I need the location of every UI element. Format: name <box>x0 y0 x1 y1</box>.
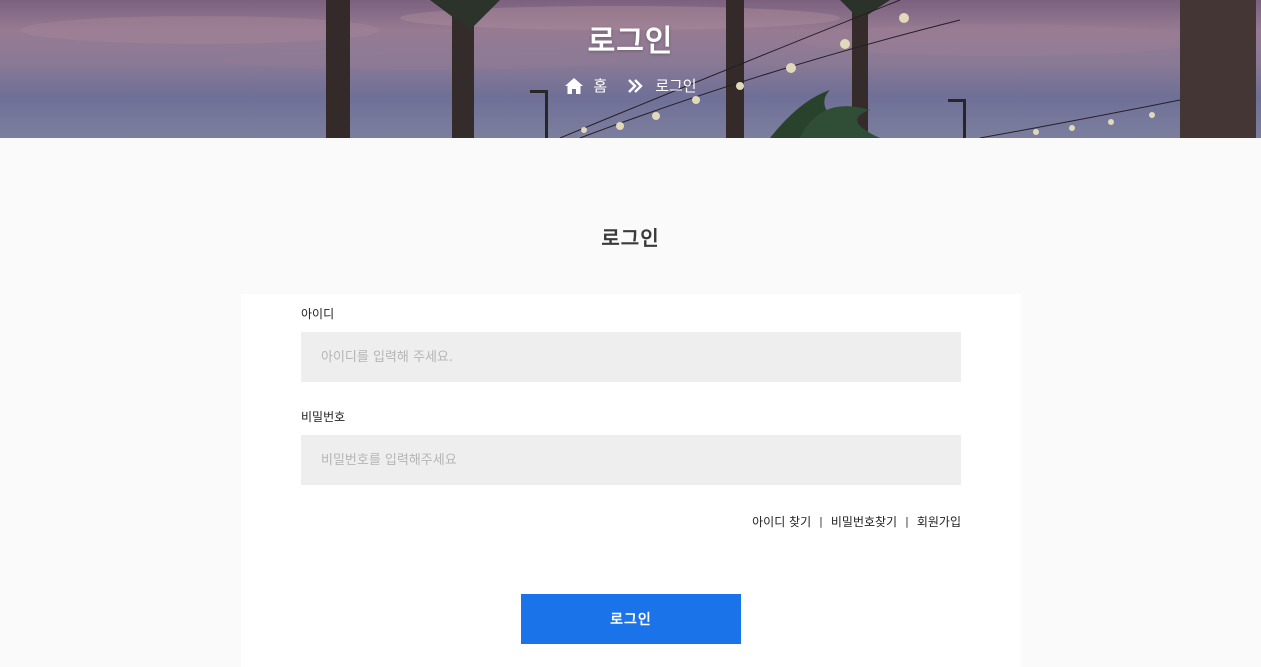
breadcrumb-current: 로그인 <box>655 77 697 95</box>
id-field-label: 아이디 <box>301 307 335 321</box>
hero-banner: 로그인 홈 로그인 <box>0 0 1261 138</box>
signup-link[interactable]: 회원가입 <box>917 513 961 530</box>
breadcrumb-home-link[interactable]: 홈 <box>593 75 607 96</box>
find-password-link[interactable]: 비밀번호찾기 <box>831 513 897 530</box>
link-separator: | <box>905 515 909 528</box>
breadcrumb: 홈 로그인 <box>0 75 1261 96</box>
login-button[interactable]: 로그인 <box>521 594 741 644</box>
find-id-link[interactable]: 아이디 찾기 <box>752 513 811 530</box>
link-separator: | <box>819 515 823 528</box>
hero-title: 로그인 <box>587 24 674 59</box>
double-chevron-right-icon <box>627 78 643 94</box>
password-field-label: 비밀번호 <box>301 410 346 424</box>
password-input[interactable] <box>301 435 961 485</box>
page-title: 로그인 <box>601 226 660 250</box>
login-form: 아이디 비밀번호 아이디 찾기 | 비밀번호찾기 | 회원가입 로그인 <box>241 294 1021 667</box>
id-input[interactable] <box>301 332 961 382</box>
account-links: 아이디 찾기 | 비밀번호찾기 | 회원가입 <box>301 513 961 530</box>
home-icon[interactable] <box>564 76 584 96</box>
